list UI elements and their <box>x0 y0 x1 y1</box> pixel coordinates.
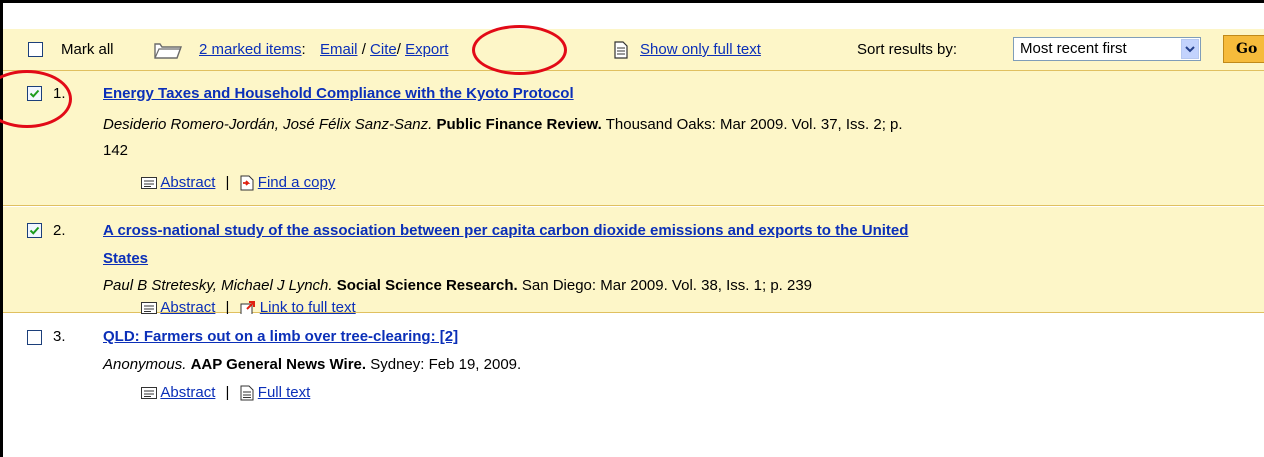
result-authors: Paul B Stretesky, Michael J Lynch. <box>103 277 333 294</box>
result-publication: Public Finance Review. <box>436 116 602 133</box>
result-details: Thousand Oaks: Mar 2009. Vol. 37, Iss. 2… <box>605 116 903 133</box>
separator-slash: / <box>361 41 366 58</box>
show-full-text-link[interactable]: Show only full text <box>640 29 761 70</box>
result-number: 2. <box>53 222 66 239</box>
mark-all-checkbox[interactable] <box>28 42 43 57</box>
find-copy-icon <box>240 174 258 191</box>
result-links: Abstract | Find a copy <box>141 174 335 191</box>
result-title-link-wrap[interactable]: States <box>103 250 148 267</box>
sort-select[interactable]: Most recent first <box>1013 37 1201 61</box>
marked-items-colon: : <box>301 41 306 58</box>
separator-slash: / <box>396 41 401 58</box>
export-link[interactable]: Export <box>405 41 448 58</box>
result-citation: Paul B Stretesky, Michael J Lynch. Socia… <box>103 277 812 294</box>
results-toolbar: Mark all 2 marked items: Email / Cite/ E… <box>3 29 1264 71</box>
abstract-icon <box>141 384 160 401</box>
result-links: Abstract | Full text <box>141 382 310 404</box>
abstract-icon <box>141 174 160 191</box>
email-link[interactable]: Email <box>320 41 358 58</box>
result-details: San Diego: Mar 2009. Vol. 38, Iss. 1; p.… <box>521 277 813 294</box>
result-item: 3. QLD: Farmers out on a limb over tree-… <box>3 314 1264 457</box>
abstract-link[interactable]: Abstract <box>160 384 215 401</box>
link-divider: | <box>225 384 230 401</box>
sort-label: Sort results by: <box>857 41 958 58</box>
result-title-link[interactable]: QLD: Farmers out on a limb over tree-cle… <box>103 328 458 345</box>
result-item: 2. A cross-national study of the associa… <box>3 207 1264 316</box>
cite-link[interactable]: Cite <box>370 41 397 58</box>
result-authors: Desiderio Romero-Jordán, José Félix Sanz… <box>103 116 433 133</box>
result-citation: Desiderio Romero-Jordán, José Félix Sanz… <box>103 116 903 133</box>
result-item: 1. Energy Taxes and Household Compliance… <box>3 71 1264 206</box>
document-icon <box>240 384 258 401</box>
go-button[interactable]: Go <box>1223 35 1264 63</box>
annotation-circle-export <box>472 25 567 75</box>
marked-items-link[interactable]: 2 marked items <box>199 41 302 58</box>
full-text-link[interactable]: Full text <box>258 384 311 401</box>
chevron-down-icon[interactable] <box>1181 39 1199 59</box>
result-number: 3. <box>53 328 66 345</box>
result-citation: Anonymous. AAP General News Wire. Sydney… <box>103 356 521 373</box>
result-title-link[interactable]: A cross-national study of the associatio… <box>103 222 908 239</box>
link-divider: | <box>225 174 230 191</box>
result-details: Sydney: Feb 19, 2009. <box>370 356 522 373</box>
mark-all-label: Mark all <box>61 41 114 58</box>
result-checkbox[interactable] <box>27 330 42 345</box>
find-copy-link[interactable]: Find a copy <box>258 174 336 191</box>
abstract-link[interactable]: Abstract <box>160 174 215 191</box>
result-details-wrap: 142 <box>103 142 129 159</box>
result-checkbox[interactable] <box>27 223 42 238</box>
result-publication: AAP General News Wire. <box>190 356 367 373</box>
sort-select-value: Most recent first <box>1020 40 1127 57</box>
document-icon <box>613 29 629 70</box>
result-authors: Anonymous. <box>103 356 187 373</box>
result-publication: Social Science Research. <box>336 277 518 294</box>
result-title-link[interactable]: Energy Taxes and Household Compliance wi… <box>103 85 574 102</box>
folder-icon <box>153 29 183 70</box>
